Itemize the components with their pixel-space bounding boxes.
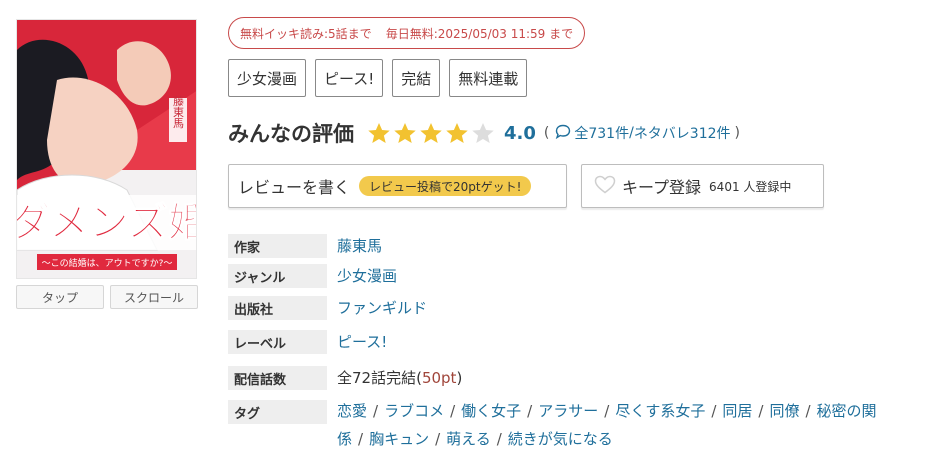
rating-section: みんなの評価 4.0 ( 全731件 / ネタバレ312件 ) <box>228 118 740 148</box>
review-bonus-badge: レビュー投稿で20ptゲット! <box>359 176 532 196</box>
info-row-tags: タグ 恋愛 / ラブコメ / 働く女子 / アラサー / 尽くす系女子 / 同居 / 同僚 / 秘密の関係 /… <box>228 400 907 453</box>
genre-tag-free-serial[interactable]: 無料連載 <box>449 59 528 97</box>
tag-separator: / <box>805 402 811 420</box>
tag-link[interactable]: 続きが気になる <box>508 430 613 448</box>
episodes-value: 全72話完結(50pt) <box>337 366 462 390</box>
review-counts: ( 全731件 / ネタバレ312件 ) <box>544 123 740 143</box>
genre-tag-row: 少女漫画 ピース! 完結 無料連載 <box>228 59 528 97</box>
cover-image[interactable]: 藤東馬 ダメンズ婚 〜この結婚は、アウトですか?〜 <box>16 19 197 279</box>
episodes-count: 全72話完結( <box>337 369 422 387</box>
comment-bubble-icon <box>555 124 571 143</box>
tag-link[interactable]: アラサー <box>538 402 598 420</box>
free-campaign-badge: 無料イッキ読み:5話まで 毎日無料:2025/05/03 11:59 まで <box>228 17 586 49</box>
label-link[interactable]: ピース! <box>337 330 387 354</box>
write-review-label: レビューを書く <box>238 178 351 197</box>
tag-separator: / <box>711 402 717 420</box>
genre-tag-shojo[interactable]: 少女漫画 <box>228 59 307 97</box>
cover-title-text: ダメンズ婚 <box>17 200 197 246</box>
open-paren: ( <box>543 125 550 141</box>
view-mode-buttons: タップ スクロール <box>16 285 198 309</box>
info-row-genre: ジャンル 少女漫画 <box>228 264 397 288</box>
tag-link[interactable]: 同僚 <box>769 402 799 420</box>
rating-stars <box>367 122 495 145</box>
tag-separator: / <box>604 402 610 420</box>
info-row-label: レーベル ピース! <box>228 330 387 354</box>
write-review-button[interactable]: レビューを書く レビュー投稿で20ptゲット! <box>228 164 567 208</box>
tag-link[interactable]: 同居 <box>722 402 752 420</box>
cover-subtitle-text: 〜この結婚は、アウトですか?〜 <box>42 257 173 269</box>
star-filled-icon <box>446 122 468 143</box>
scroll-view-button[interactable]: スクロール <box>110 285 198 309</box>
tag-separator: / <box>435 430 441 448</box>
heart-icon <box>594 175 616 198</box>
tap-view-button[interactable]: タップ <box>16 285 104 309</box>
tag-link[interactable]: 恋愛 <box>337 402 367 420</box>
tag-link[interactable]: 尽くす系女子 <box>615 402 705 420</box>
episodes-pt: 50pt <box>421 369 457 387</box>
genre-tag-completed[interactable]: 完結 <box>392 59 441 97</box>
tag-separator: / <box>527 402 533 420</box>
star-filled-icon <box>368 122 390 143</box>
keep-count: 6401 人登録中 <box>709 179 792 194</box>
cover-author-text: 藤東馬 <box>172 95 185 129</box>
keep-label: キープ登録 <box>622 178 702 197</box>
author-link[interactable]: 藤東馬 <box>337 234 382 258</box>
tag-link[interactable]: 萌える <box>446 430 491 448</box>
tag-separator: / <box>496 430 502 448</box>
publisher-link[interactable]: ファンギルド <box>337 296 427 320</box>
total-reviews-link[interactable]: 全731件 <box>574 123 629 143</box>
rating-score: 4.0 <box>504 122 536 144</box>
tag-separator: / <box>758 402 764 420</box>
tag-list: 恋愛 / ラブコメ / 働く女子 / アラサー / 尽くす系女子 / 同居 / 同僚 / 秘密の関係 / 胸キュ… <box>337 397 907 453</box>
tag-separator: / <box>450 402 456 420</box>
tag-link[interactable]: 働く女子 <box>461 402 521 420</box>
tags-label: タグ <box>228 400 327 424</box>
tag-link[interactable]: 胸キュン <box>369 430 429 448</box>
genre-tag-peace[interactable]: ピース! <box>315 59 384 97</box>
info-row-author: 作家 藤東馬 <box>228 234 382 258</box>
tag-link[interactable]: ラブコメ <box>384 402 444 420</box>
info-row-publisher: 出版社 ファンギルド <box>228 296 427 320</box>
star-filled-icon <box>420 122 442 143</box>
free-read-text: 無料イッキ読み:5話まで <box>240 26 372 41</box>
spoiler-reviews-link[interactable]: ネタバレ312件 <box>634 123 731 143</box>
author-label: 作家 <box>228 234 327 258</box>
label-label: レーベル <box>228 330 327 354</box>
daily-free-text: 毎日無料:2025/05/03 11:59 まで <box>385 26 574 41</box>
star-empty-icon <box>472 122 494 143</box>
tag-separator: / <box>358 430 364 448</box>
tag-separator: / <box>373 402 379 420</box>
close-paren: ) <box>734 125 741 141</box>
episodes-label: 配信話数 <box>228 366 327 390</box>
rating-title: みんなの評価 <box>228 122 354 146</box>
episodes-close: ) <box>456 369 463 387</box>
info-row-episodes: 配信話数 全72話完結(50pt) <box>228 366 462 390</box>
keep-button[interactable]: キープ登録 6401 人登録中 <box>581 164 824 208</box>
genre-label: ジャンル <box>228 264 327 288</box>
publisher-label: 出版社 <box>228 296 327 320</box>
genre-link[interactable]: 少女漫画 <box>337 264 397 288</box>
star-filled-icon <box>394 122 416 143</box>
action-buttons: レビューを書く レビュー投稿で20ptゲット! キープ登録 6401 人登録中 <box>228 164 824 208</box>
